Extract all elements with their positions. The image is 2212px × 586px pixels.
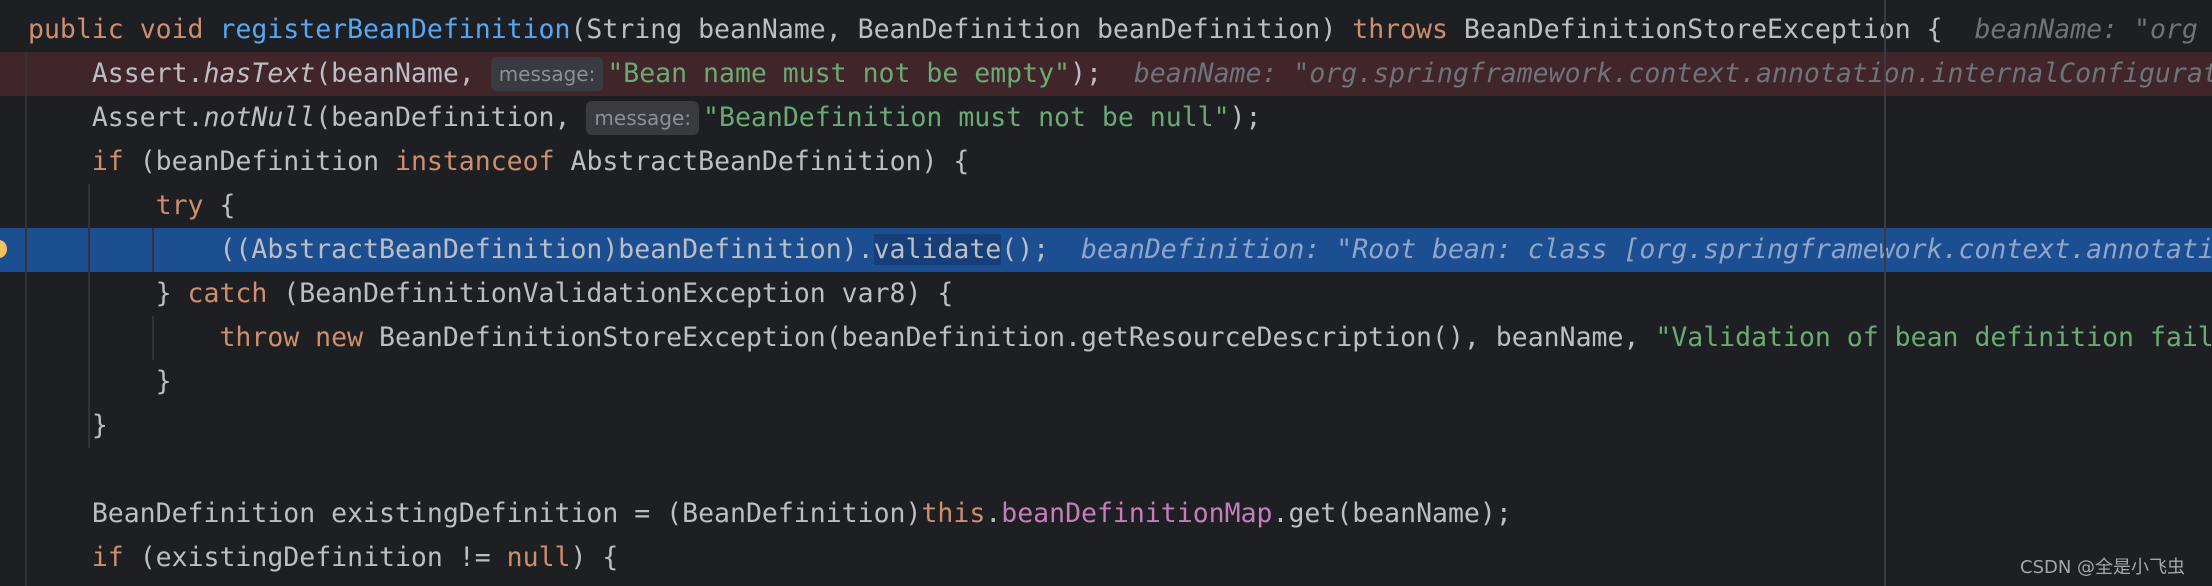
code-token: BeanDefinition existingDefinition = (Bea… xyxy=(28,498,922,529)
code-text: BeanDefinition existingDefinition = (Bea… xyxy=(28,492,1512,536)
code-line[interactable]: } xyxy=(0,404,2212,448)
code-token: ((AbstractBeanDefinition)beanDefinition)… xyxy=(28,234,874,265)
code-line[interactable] xyxy=(0,448,2212,492)
code-token: (beanDefinition xyxy=(139,146,395,177)
code-token: throw new xyxy=(219,322,379,353)
code-token: void xyxy=(139,14,220,45)
code-line[interactable]: BeanDefinition existingDefinition = (Bea… xyxy=(0,492,2212,536)
code-token: ); xyxy=(1070,58,1134,89)
parameter-hint: message: xyxy=(586,101,700,135)
code-token: public xyxy=(28,14,140,45)
execution-line[interactable]: ((AbstractBeanDefinition)beanDefinition)… xyxy=(0,228,2212,272)
debug-inline-value: beanDefinition: "Root bean: class [org.s… xyxy=(1081,234,2212,265)
code-token: ); xyxy=(1229,102,1262,133)
code-token: Assert. xyxy=(28,58,204,89)
code-line[interactable]: public void registerBeanDefinition(Strin… xyxy=(0,8,2212,52)
code-text: } xyxy=(28,404,108,448)
code-line[interactable]: if (existingDefinition != null) { xyxy=(0,536,2212,580)
code-token: Assert. xyxy=(28,102,204,133)
right-margin-ruler xyxy=(1884,0,1886,586)
code-token: if xyxy=(91,146,140,177)
indent-guide xyxy=(25,52,27,586)
code-token: (existingDefinition != xyxy=(139,542,507,573)
code-token: throws xyxy=(1352,14,1464,45)
indent-guide xyxy=(152,316,154,360)
code-token: beanDefinitionMap xyxy=(1001,498,1273,529)
code-token: .get(beanName); xyxy=(1272,498,1512,529)
debug-inline-value: beanName: "org.springframework.context.a… xyxy=(1133,58,2212,89)
code-line[interactable]: try { xyxy=(0,184,2212,228)
code-token: (beanName, xyxy=(315,58,491,89)
code-token: hasText xyxy=(203,58,316,89)
code-token: "Bean name must not be empty" xyxy=(607,58,1070,89)
code-token: (BeanDefinitionValidationException var8)… xyxy=(283,278,954,309)
code-token: } xyxy=(28,410,108,441)
error-line[interactable]: Assert.hasText(beanName, message: "Bean n… xyxy=(0,52,2212,96)
code-text: if (beanDefinition instanceof AbstractBe… xyxy=(28,140,970,184)
code-text: try { xyxy=(28,184,236,228)
code-line[interactable]: Assert.notNull(beanDefinition, message: "… xyxy=(0,96,2212,140)
indent-guide xyxy=(88,184,90,448)
code-token: { xyxy=(219,190,236,221)
indent-guide xyxy=(152,228,154,272)
code-token: instanceof xyxy=(394,146,571,177)
code-token: (String beanName, BeanDefinition beanDef… xyxy=(570,14,1353,45)
code-line[interactable]: if (beanDefinition instanceof AbstractBe… xyxy=(0,140,2212,184)
code-text: } xyxy=(28,360,172,404)
code-text: public void registerBeanDefinition(Strin… xyxy=(28,8,2198,52)
parameter-hint: message: xyxy=(490,57,604,91)
code-token: validate xyxy=(873,234,1002,265)
code-token: try xyxy=(155,190,220,221)
code-token: notNull xyxy=(203,102,316,133)
code-token: "Validation of bean definition failed" xyxy=(1655,322,2212,353)
code-token: BeanDefinitionStoreException { xyxy=(1463,14,1975,45)
code-token: if xyxy=(91,542,140,573)
code-line[interactable]: throw new BeanDefinitionStoreException(b… xyxy=(0,316,2212,360)
code-line[interactable]: } catch (BeanDefinitionValidationExcepti… xyxy=(0,272,2212,316)
code-token: } xyxy=(28,366,172,397)
code-line[interactable]: } xyxy=(0,360,2212,404)
code-token: null xyxy=(506,542,571,573)
code-token: this xyxy=(921,498,986,529)
code-token: . xyxy=(985,498,1002,529)
code-text: Assert.notNull(beanDefinition, message: "… xyxy=(28,96,1261,140)
code-token: ) { xyxy=(570,542,619,573)
code-token: "BeanDefinition must not be null" xyxy=(703,102,1230,133)
code-text: } catch (BeanDefinitionValidationExcepti… xyxy=(28,272,954,316)
code-token: (beanDefinition, xyxy=(315,102,587,133)
code-token: } xyxy=(28,278,188,309)
code-token: BeanDefinitionStoreException(beanDefinit… xyxy=(379,322,1656,353)
code-token: catch xyxy=(187,278,284,309)
code-editor[interactable]: if (existingDefinition != null) { BeanDe… xyxy=(0,0,2212,586)
watermark: CSDN @全是小飞虫 xyxy=(2020,557,2186,578)
code-token: (); xyxy=(1001,234,1082,265)
code-token: registerBeanDefinition xyxy=(219,14,571,45)
code-text: if (existingDefinition != null) { xyxy=(28,536,619,580)
debug-inline-value: beanName: "org xyxy=(1974,14,2198,45)
code-token: AbstractBeanDefinition) { xyxy=(570,146,970,177)
